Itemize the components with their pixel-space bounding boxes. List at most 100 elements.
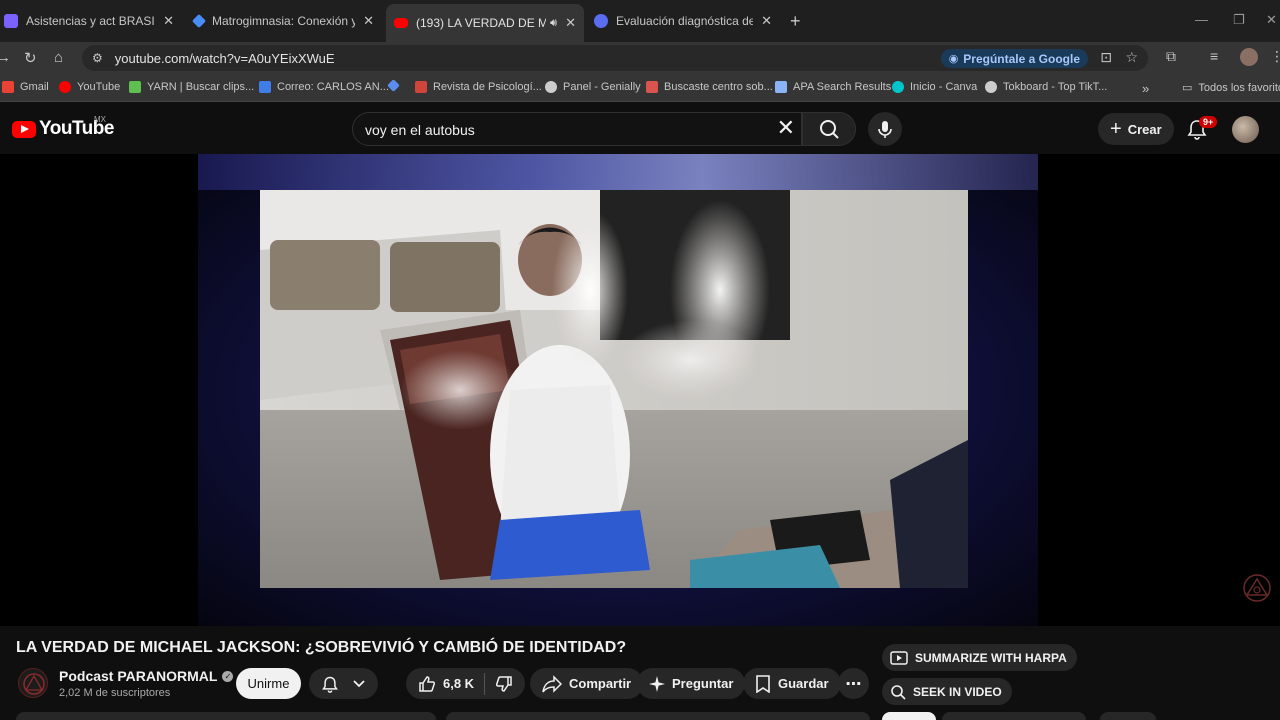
microphone-icon <box>878 121 892 138</box>
bookmark-revista[interactable]: Revista de Psicologí... <box>415 81 542 93</box>
bookmark-genially[interactable]: Panel - Genially <box>545 81 641 93</box>
chip-all[interactable] <box>882 712 936 720</box>
install-app-icon[interactable]: ⊡ <box>1100 49 1112 66</box>
bookmarks-bar: Gmail YouTube YARN | Buscar clips... Cor… <box>0 74 1280 102</box>
tab-title: Evaluación diagnóstica desarro <box>616 14 754 28</box>
canva-icon <box>892 81 904 93</box>
bookmark-unnamed[interactable] <box>387 79 404 92</box>
description-panel[interactable] <box>16 712 436 720</box>
diamond-icon <box>387 79 400 92</box>
gmail-icon <box>2 81 14 93</box>
close-window-icon[interactable]: ✕ <box>1266 12 1277 28</box>
harpa-summarize-button[interactable]: SUMMARIZE WITH HARPA <box>882 644 1077 671</box>
youtube-favicon-icon <box>394 18 408 28</box>
minimize-icon[interactable]: — <box>1195 12 1208 27</box>
sparkle-icon <box>649 675 665 692</box>
chip-more[interactable] <box>1100 712 1156 720</box>
tab-title: Matrogimnasia: Conexión y Ne <box>212 14 356 28</box>
join-button[interactable]: Unirme <box>236 668 301 699</box>
search-icon <box>891 684 906 700</box>
home-icon[interactable]: ⌂ <box>54 49 63 66</box>
video-title: LA VERDAD DE MICHAEL JACKSON: ¿SOBREVIVI… <box>16 639 627 656</box>
ask-google-button[interactable]: ◉ Pregúntale a Google <box>940 49 1088 68</box>
extensions-icon[interactable]: ⧉ <box>1166 48 1176 65</box>
all-favorites-folder[interactable]: ▭ Todos los favorito <box>1182 81 1280 95</box>
channel-logo-icon <box>23 673 45 695</box>
bookmark-correo[interactable]: Correo: CARLOS AN... <box>259 81 389 93</box>
reload-icon[interactable]: ↻ <box>24 49 37 67</box>
bookmark-youtube[interactable]: YouTube <box>59 81 120 93</box>
tab-title: Asistencias y act BRASILAR y Te <box>26 14 155 28</box>
page-icon <box>646 81 658 93</box>
subscribe-notifications-button[interactable] <box>309 668 378 699</box>
harpa-seek-button[interactable]: SEEK IN VIDEO <box>882 678 1012 705</box>
account-avatar[interactable] <box>1232 116 1259 143</box>
clear-search-icon[interactable]: ✕ <box>777 117 795 139</box>
channel-avatar[interactable] <box>18 668 48 698</box>
ask-button[interactable]: Preguntar <box>637 668 746 699</box>
bookmark-canva[interactable]: Inicio - Canva <box>892 81 977 93</box>
genially-icon <box>545 81 557 93</box>
globe-icon <box>985 81 997 93</box>
browser-tab-4[interactable]: Evaluación diagnóstica desarro ✕ <box>586 6 780 36</box>
bookmark-yarn[interactable]: YARN | Buscar clips... <box>129 81 254 93</box>
video-player[interactable] <box>0 154 1280 626</box>
close-icon[interactable]: ✕ <box>565 15 576 31</box>
browser-tab-1[interactable]: Asistencias y act BRASILAR y Te ✕ <box>0 6 182 36</box>
browser-tab-bar: Asistencias y act BRASILAR y Te ✕ Matrog… <box>0 0 1280 42</box>
close-icon[interactable]: ✕ <box>761 13 772 29</box>
folder-icon: ▭ <box>1182 82 1193 94</box>
thumbs-down-icon[interactable] <box>495 675 513 693</box>
youtube-icon <box>59 81 71 93</box>
search-input[interactable]: voy en el autobus <box>365 122 475 138</box>
search-box[interactable]: voy en el autobus ✕ <box>352 112 802 146</box>
video-frame[interactable] <box>260 190 968 588</box>
menu-icon[interactable]: ⋮ <box>1270 48 1280 65</box>
voice-search-button[interactable] <box>868 112 902 146</box>
site-info-icon[interactable]: ⚙ <box>92 51 103 65</box>
bookmark-apa[interactable]: APA Search Results <box>775 81 891 93</box>
comment-panel[interactable] <box>446 712 870 720</box>
youtube-logo[interactable]: YouTube MX <box>12 115 114 140</box>
share-button[interactable]: Compartir <box>530 668 644 699</box>
more-actions-button[interactable]: ⋯ <box>838 668 869 699</box>
close-icon[interactable]: ✕ <box>363 13 374 29</box>
bookmark-star-icon[interactable]: ☆ <box>1125 49 1138 66</box>
media-control-icon[interactable]: ≡ <box>1210 48 1218 64</box>
channel-watermark-icon[interactable] <box>1242 573 1272 603</box>
ambient-light-band <box>198 154 1038 190</box>
channel-name[interactable]: Podcast PARANORMAL ✓ <box>59 668 234 684</box>
forward-icon[interactable]: → <box>0 49 11 66</box>
bookmark-tokboard[interactable]: Tokboard - Top TikT... <box>985 81 1107 93</box>
browser-tab-2[interactable]: Matrogimnasia: Conexión y Ne ✕ <box>186 6 382 36</box>
tab-favicon-icon <box>594 14 608 28</box>
maximize-icon[interactable]: ❐ <box>1233 12 1245 28</box>
search-icon <box>820 120 839 139</box>
like-count[interactable]: 6,8 K <box>443 676 474 691</box>
address-bar-row: → ↻ ⌂ ⚙ youtube.com/watch?v=A0uYEixXWuE … <box>0 42 1280 74</box>
yarn-icon <box>129 81 141 93</box>
subscriber-count: 2,02 M de suscriptores <box>59 687 171 699</box>
close-icon[interactable]: ✕ <box>163 13 174 29</box>
new-tab-button[interactable]: + <box>790 11 801 32</box>
profile-avatar[interactable] <box>1240 48 1258 66</box>
search-button[interactable] <box>802 112 856 146</box>
tab-title: (193) LA VERDAD DE MICH <box>416 16 547 30</box>
bookmark-buscaste[interactable]: Buscaste centro sob... <box>646 81 773 93</box>
url-text[interactable]: youtube.com/watch?v=A0uYEixXWuE <box>115 51 335 66</box>
plus-icon: + <box>1110 117 1122 140</box>
chip-related[interactable] <box>942 712 1086 720</box>
save-button[interactable]: Guardar <box>743 668 841 699</box>
browser-tab-active[interactable]: (193) LA VERDAD DE MICH 🔊︎ ✕ <box>386 4 584 42</box>
more-horizontal-icon: ⋯ <box>845 675 862 693</box>
chevron-down-icon <box>353 679 365 687</box>
tab-favicon-icon <box>4 14 18 28</box>
more-bookmarks-icon[interactable]: » <box>1142 81 1149 96</box>
like-dislike-group: 6,8 K <box>406 668 526 699</box>
bookmark-gmail[interactable]: Gmail <box>2 81 49 93</box>
omnibox[interactable]: ⚙ youtube.com/watch?v=A0uYEixXWuE ◉ Preg… <box>82 45 1148 71</box>
create-button[interactable]: + Crear <box>1098 113 1174 145</box>
speaker-icon[interactable]: 🔊︎ <box>550 17 557 30</box>
thumbs-up-icon[interactable] <box>418 675 436 693</box>
apa-icon <box>775 81 787 93</box>
